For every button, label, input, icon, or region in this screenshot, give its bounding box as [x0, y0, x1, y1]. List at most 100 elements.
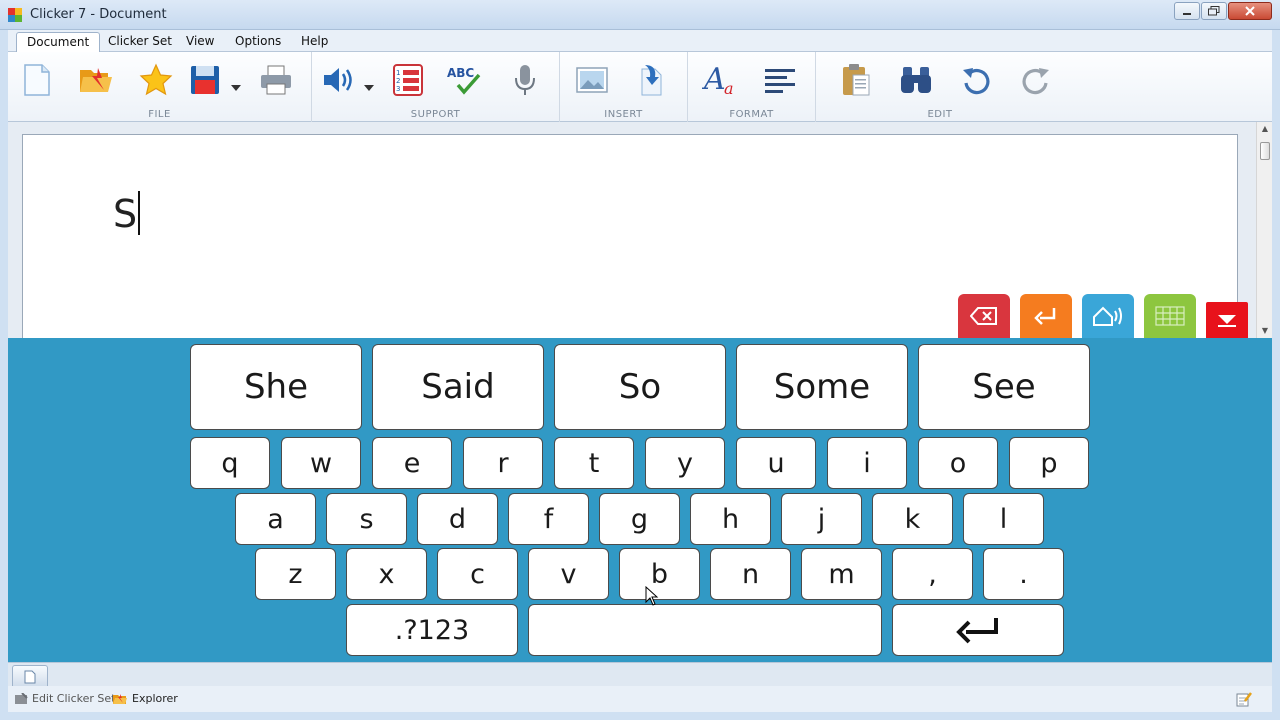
scroll-thumb[interactable]	[1260, 142, 1270, 160]
undo-button[interactable]	[956, 60, 996, 100]
edit-clicker-set-label: Edit Clicker Set	[32, 692, 116, 705]
space-key[interactable]	[528, 604, 882, 656]
letter-key[interactable]: t	[554, 437, 634, 489]
support-group-label: SUPPORT	[410, 109, 461, 120]
letter-key[interactable]: e	[372, 437, 452, 489]
menu-options[interactable]: Options	[225, 32, 291, 52]
find-button[interactable]	[896, 60, 936, 100]
enter-button[interactable]	[1020, 294, 1072, 338]
speech-dropdown[interactable]	[364, 76, 374, 95]
period-key[interactable]: .	[983, 548, 1064, 600]
backspace-button[interactable]	[958, 294, 1010, 338]
menu-document[interactable]: Document	[16, 32, 101, 52]
letter-key[interactable]: y	[645, 437, 725, 489]
letter-key[interactable]: n	[710, 548, 791, 600]
star-icon	[139, 63, 173, 96]
format-group: A a FORMAT	[688, 52, 816, 122]
paste-button[interactable]	[836, 60, 876, 100]
letter-key[interactable]: m	[801, 548, 882, 600]
svg-text:3: 3	[396, 85, 400, 93]
menu-help[interactable]: Help	[291, 32, 338, 52]
letter-key[interactable]: s	[326, 493, 407, 545]
ribbon-toolbar: FILE 1 2 3 ABC SUPPORT INSERT A a FORMAT…	[8, 52, 1272, 122]
minimize-button[interactable]	[1174, 2, 1200, 20]
numbered-list-icon: 1 2 3	[393, 64, 423, 96]
letter-key[interactable]: x	[346, 548, 427, 600]
letter-key[interactable]: q	[190, 437, 270, 489]
explorer-label: Explorer	[132, 692, 178, 705]
notepad-pencil-icon	[1236, 692, 1252, 707]
grid-button[interactable]	[1144, 294, 1196, 338]
speak-house-icon	[1093, 306, 1122, 326]
letter-key[interactable]: v	[528, 548, 609, 600]
word-key[interactable]: She	[190, 344, 362, 430]
word-key[interactable]: Said	[372, 344, 544, 430]
backspace-icon	[970, 307, 997, 325]
scroll-up-icon[interactable]: ▲	[1257, 122, 1273, 136]
document-scrollbar[interactable]: ▲ ▼	[1256, 122, 1272, 338]
font-icon: A a	[702, 63, 734, 97]
letter-key[interactable]: j	[781, 493, 862, 545]
scroll-down-icon[interactable]: ▼	[1257, 324, 1273, 338]
letter-key[interactable]: w	[281, 437, 361, 489]
insert-group: INSERT	[560, 52, 688, 122]
letter-key[interactable]: u	[736, 437, 816, 489]
letter-key[interactable]: r	[463, 437, 543, 489]
save-button[interactable]	[186, 60, 226, 100]
new-document-button[interactable]	[17, 60, 57, 100]
new-document-icon	[24, 64, 50, 96]
letter-key[interactable]: g	[599, 493, 680, 545]
notes-button[interactable]	[1236, 691, 1252, 711]
redo-button[interactable]	[1016, 60, 1056, 100]
letter-key[interactable]: c	[437, 548, 518, 600]
document-text-line[interactable]: S	[113, 191, 141, 236]
favorites-button[interactable]	[136, 60, 176, 100]
edit-clicker-set-button[interactable]: Edit Clicker Set	[14, 692, 115, 705]
enter-key[interactable]	[892, 604, 1064, 656]
support-group: 1 2 3 ABC SUPPORT	[312, 52, 560, 122]
letter-key[interactable]: p	[1009, 437, 1089, 489]
speak-text-button[interactable]	[1082, 294, 1134, 338]
document-tab[interactable]	[12, 665, 48, 687]
letter-key[interactable]: d	[417, 493, 498, 545]
menu-clicker-set[interactable]: Clicker Set	[98, 32, 182, 52]
letter-key[interactable]: h	[690, 493, 771, 545]
microphone-button[interactable]	[505, 60, 545, 100]
letter-key[interactable]: f	[508, 493, 589, 545]
picture-icon	[576, 67, 608, 93]
comma-key[interactable]: ,	[892, 548, 973, 600]
word-lists-button[interactable]: 1 2 3	[388, 60, 428, 100]
word-key[interactable]: Some	[736, 344, 908, 430]
save-dropdown[interactable]	[231, 76, 241, 95]
font-button[interactable]: A a	[700, 60, 740, 100]
mouse-cursor-icon	[645, 586, 659, 606]
undo-icon	[963, 68, 990, 95]
hide-keyboard-button[interactable]	[1206, 302, 1248, 338]
alignment-button[interactable]	[760, 60, 800, 100]
menu-view[interactable]: View	[176, 32, 224, 52]
spell-check-button[interactable]: ABC	[445, 60, 485, 100]
symbols-key[interactable]: .?123	[346, 604, 518, 656]
save-disk-icon	[191, 66, 219, 94]
close-button[interactable]	[1228, 2, 1272, 20]
maximize-button[interactable]	[1201, 2, 1227, 20]
letter-key[interactable]: o	[918, 437, 998, 489]
insert-file-button[interactable]	[632, 60, 672, 100]
insert-picture-button[interactable]	[572, 60, 612, 100]
letter-key[interactable]: l	[963, 493, 1044, 545]
edit-group: EDIT	[816, 52, 1064, 122]
document-text: S	[113, 192, 138, 236]
document-icon	[24, 670, 36, 683]
open-button[interactable]	[76, 60, 116, 100]
letter-key[interactable]: k	[872, 493, 953, 545]
letter-key[interactable]: i	[827, 437, 907, 489]
explorer-button[interactable]: Explorer	[112, 692, 178, 705]
speech-button[interactable]	[318, 60, 358, 100]
word-key[interactable]: See	[918, 344, 1090, 430]
letter-key[interactable]: a	[235, 493, 316, 545]
microphone-icon	[515, 65, 535, 95]
word-key[interactable]: So	[554, 344, 726, 430]
letter-key[interactable]: z	[255, 548, 336, 600]
letter-key[interactable]: b	[619, 548, 700, 600]
print-button[interactable]	[256, 60, 296, 100]
